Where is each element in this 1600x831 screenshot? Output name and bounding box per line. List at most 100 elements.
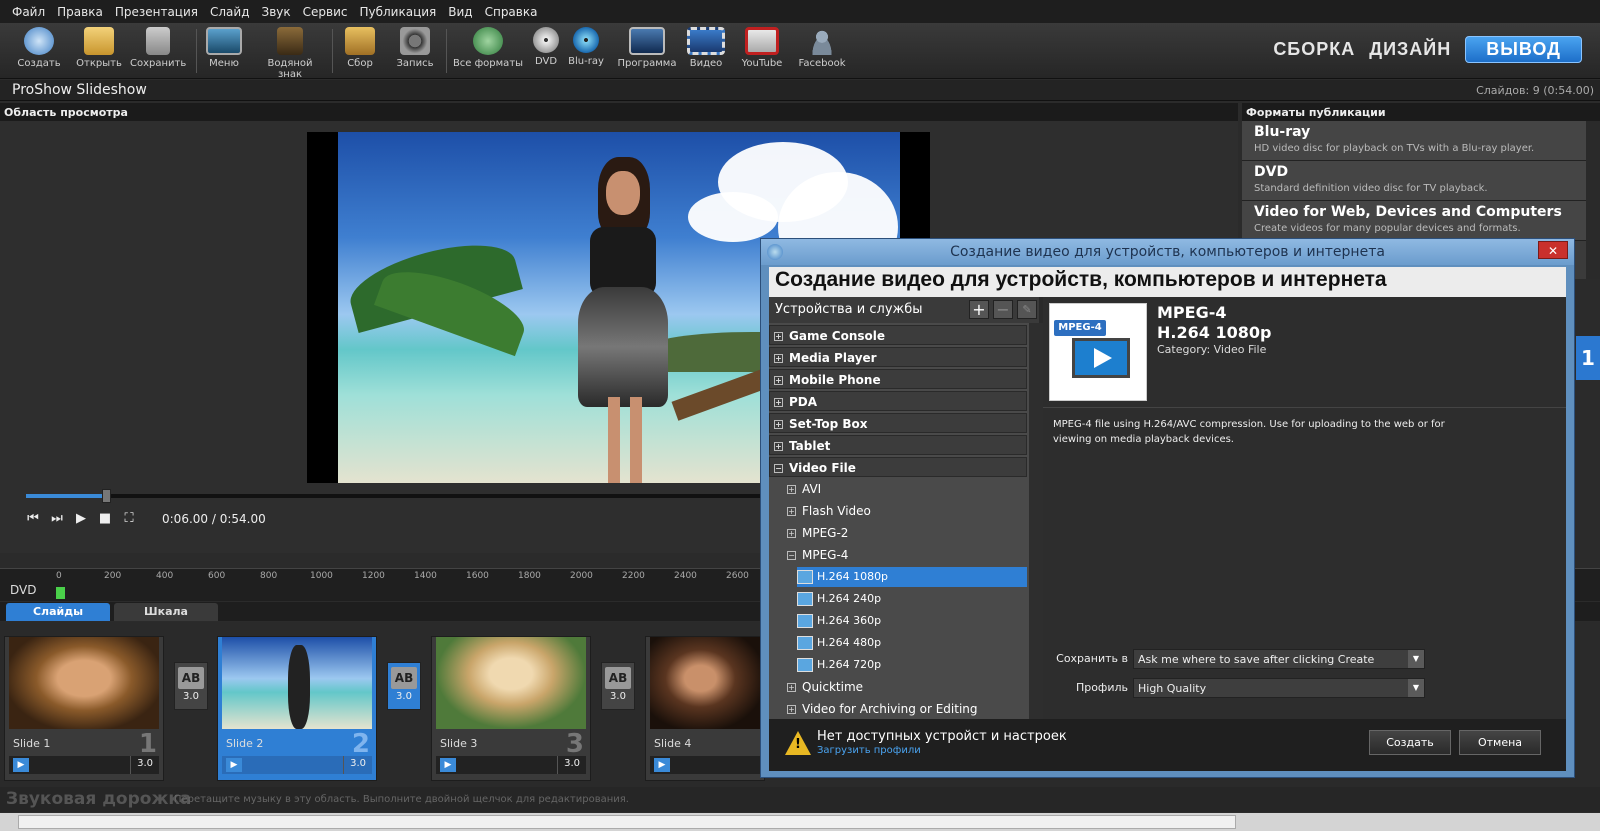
tree-item-mpeg2[interactable]: + MPEG-2 (783, 523, 848, 543)
tree-item-game-console[interactable]: + Game Console (769, 325, 1027, 345)
play-icon[interactable]: ▶ (74, 512, 88, 526)
tab-timeline[interactable]: Шкала (114, 603, 218, 621)
menu-tools[interactable]: Сервис (297, 5, 354, 19)
expand-icon[interactable]: + (787, 683, 796, 692)
youtube-button[interactable]: YouTube (738, 27, 786, 69)
tree-item-h264-240p[interactable]: H.264 240p (797, 589, 881, 609)
expand-icon[interactable]: + (787, 485, 796, 494)
tree-item-tablet[interactable]: + Tablet (769, 435, 1027, 455)
next-slide-icon[interactable]: ⏭ (50, 512, 64, 526)
menu-help[interactable]: Справка (479, 5, 544, 19)
seek-bar[interactable] (26, 489, 766, 503)
format-dvd[interactable]: DVD Standard definition video disc for TV… (1242, 161, 1600, 201)
slide-duration[interactable]: 3.0 (557, 756, 586, 774)
add-device-button[interactable]: + (969, 300, 989, 319)
chevron-down-icon[interactable]: ▼ (1408, 650, 1424, 668)
load-profiles-link[interactable]: Загрузить профили (817, 745, 921, 756)
record-button[interactable]: Запись (390, 27, 440, 69)
expand-icon[interactable]: + (787, 529, 796, 538)
collapse-icon[interactable]: − (787, 551, 796, 560)
slide-item[interactable]: Slide 4 ▶ (645, 636, 765, 781)
mode-design-button[interactable]: ДИЗАЙН (1369, 39, 1451, 60)
tree-item-h264-1080p[interactable]: H.264 1080p (797, 567, 1027, 587)
tree-item-set-top-box[interactable]: + Set-Top Box (769, 413, 1027, 433)
save-location-select[interactable]: Ask me where to save after clicking Crea… (1133, 649, 1425, 669)
close-button[interactable]: ✕ (1538, 241, 1568, 259)
tree-item-media-player[interactable]: + Media Player (769, 347, 1027, 367)
expand-icon[interactable]: + (787, 705, 796, 714)
cancel-button[interactable]: Отмена (1459, 730, 1541, 755)
slide-duration[interactable]: 3.0 (130, 756, 159, 774)
expand-icon[interactable]: + (774, 354, 783, 363)
tree-item-quicktime[interactable]: + Quicktime (783, 677, 863, 697)
ruler-position-marker[interactable] (56, 587, 65, 599)
slide-play-icon[interactable]: ▶ (226, 758, 242, 772)
tree-item-mobile-phone[interactable]: + Mobile Phone (769, 369, 1027, 389)
menu-file[interactable]: Файл (6, 5, 51, 19)
prev-slide-icon[interactable]: ⏮ (26, 512, 40, 526)
transition-item[interactable]: AB 3.0 (387, 662, 421, 710)
all-formats-button[interactable]: Все форматы (452, 27, 524, 69)
expand-icon[interactable]: + (774, 398, 783, 407)
dvd-button[interactable]: DVD (530, 27, 562, 67)
slide-duration[interactable]: 3.0 (343, 756, 372, 774)
audio-track[interactable]: Звуковая дорожка Перетащите музыку в эту… (0, 787, 1600, 812)
transition-item[interactable]: AB 3.0 (174, 662, 208, 710)
collapse-icon[interactable]: − (774, 464, 783, 473)
format-video-web[interactable]: Video for Web, Devices and Computers Crea… (1242, 201, 1600, 241)
menu-audio[interactable]: Звук (256, 5, 297, 19)
video-button[interactable]: Видео (684, 27, 728, 69)
remove-device-button[interactable]: − (993, 300, 1013, 319)
slide-item[interactable]: Slide 3 3 ▶ 3.0 (431, 636, 591, 781)
expand-icon[interactable]: + (787, 507, 796, 516)
tree-item-video-file[interactable]: − Video File (769, 457, 1027, 477)
save-button[interactable]: Сохранить (130, 27, 186, 69)
slide-play-icon[interactable]: ▶ (13, 758, 29, 772)
expand-icon[interactable]: + (774, 376, 783, 385)
publish-formats-scrollbar[interactable] (1586, 121, 1600, 279)
create-button[interactable]: Создать (1369, 730, 1451, 755)
tree-item-archiving[interactable]: + Video for Archiving or Editing (783, 699, 978, 719)
tree-item-avi[interactable]: + AVI (783, 479, 821, 499)
bluray-button[interactable]: Blu-ray (566, 27, 606, 67)
slide-play-icon[interactable]: ▶ (654, 758, 670, 772)
edit-device-button[interactable]: ✎ (1017, 300, 1037, 319)
menu-view[interactable]: Вид (442, 5, 478, 19)
mode-output-button[interactable]: ВЫВОД (1465, 36, 1582, 63)
stop-icon[interactable]: ■ (98, 512, 112, 526)
expand-icon[interactable]: + (774, 332, 783, 341)
tree-item-flash-video[interactable]: + Flash Video (783, 501, 871, 521)
watermark-button[interactable]: Водяной знак (254, 27, 326, 80)
menu-show[interactable]: Презентация (109, 5, 204, 19)
tree-item-pda[interactable]: + PDA (769, 391, 1027, 411)
tree-item-mpeg4[interactable]: − MPEG-4 (783, 545, 848, 565)
tree-item-h264-480p[interactable]: H.264 480p (797, 633, 881, 653)
expand-icon[interactable]: + (774, 420, 783, 429)
slide-item[interactable]: Slide 2 2 ▶ 3.0 (217, 636, 377, 781)
format-bluray[interactable]: Blu-ray HD video disc for playback on TVs… (1242, 121, 1600, 161)
slide-item[interactable]: Slide 1 1 ▶ 3.0 (4, 636, 164, 781)
collect-button[interactable]: Сбор (338, 27, 382, 69)
menu-edit[interactable]: Правка (51, 5, 109, 19)
publish-format-tab[interactable]: 1 (1576, 336, 1600, 380)
devices-tree-scrollbar[interactable] (1029, 323, 1043, 719)
scrollbar-thumb[interactable] (18, 815, 1236, 829)
chevron-down-icon[interactable]: ▼ (1408, 679, 1424, 697)
horizontal-scrollbar[interactable] (0, 813, 1600, 831)
tree-item-h264-720p[interactable]: H.264 720p (797, 655, 881, 675)
slide-play-icon[interactable]: ▶ (440, 758, 456, 772)
tree-item-h264-360p[interactable]: H.264 360p (797, 611, 881, 631)
open-button[interactable]: Открыть (74, 27, 124, 69)
fullscreen-icon[interactable]: ⛶ (122, 512, 136, 526)
facebook-button[interactable]: Facebook (796, 27, 848, 69)
program-button[interactable]: Программа (616, 27, 678, 69)
create-button[interactable]: Создать (14, 27, 64, 69)
seek-handle[interactable] (102, 489, 112, 503)
tab-slides[interactable]: Слайды (6, 603, 110, 621)
expand-icon[interactable]: + (774, 442, 783, 451)
menu-publish[interactable]: Публикация (353, 5, 442, 19)
profile-select[interactable]: High Quality ▼ (1133, 678, 1425, 698)
transition-item[interactable]: AB 3.0 (601, 662, 635, 710)
menu-slide[interactable]: Слайд (204, 5, 256, 19)
menu-design-button[interactable]: Меню (202, 27, 246, 69)
